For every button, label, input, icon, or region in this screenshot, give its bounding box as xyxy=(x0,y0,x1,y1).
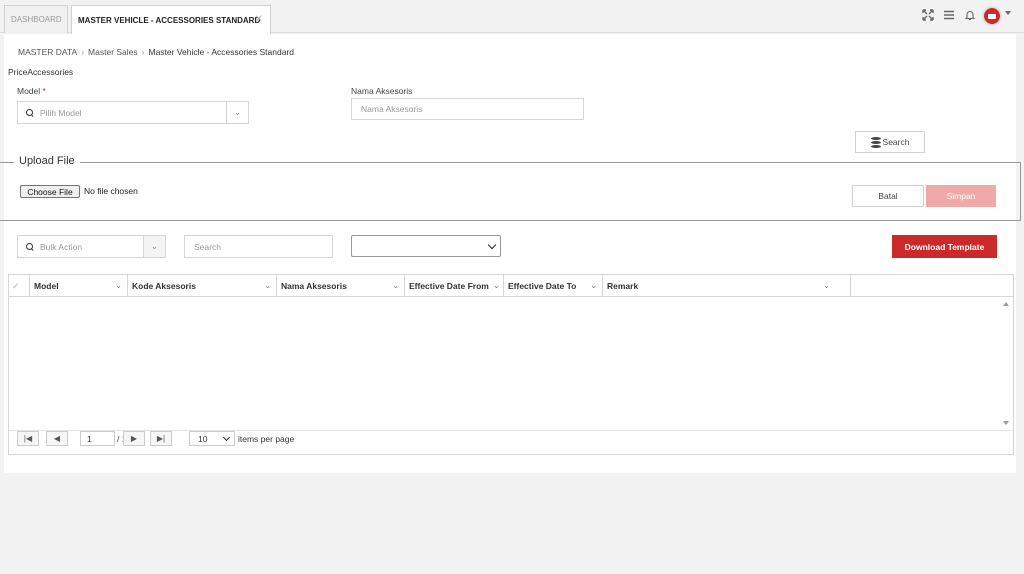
chevron-down-icon[interactable]: ⌄ xyxy=(115,281,122,290)
model-select[interactable]: Pilih Model ⌄ xyxy=(17,101,249,124)
column-effective-date-to[interactable]: Effective Date To ⌄ xyxy=(504,275,603,297)
page-size-select[interactable]: 10 xyxy=(189,431,235,446)
breadcrumb-item[interactable]: MASTER DATA xyxy=(18,47,77,57)
vertical-scrollbar[interactable] xyxy=(1000,297,1013,430)
bulk-action-select[interactable]: Bulk Action ⌄ xyxy=(17,235,166,258)
chevron-down-icon[interactable]: ⌄ xyxy=(143,236,165,257)
grid-header: ✓ Model ⌄ Kode Aksesoris ⌄ Nama Aksesoris ⌄… xyxy=(9,275,1013,297)
download-template-button[interactable]: Download Template xyxy=(892,235,997,258)
choose-file-button[interactable]: Choose File xyxy=(20,185,80,198)
chevron-down-icon[interactable]: ⌄ xyxy=(264,281,271,290)
filter-select[interactable] xyxy=(351,235,501,257)
section-title: PriceAccessories xyxy=(8,67,74,77)
nama-aksesoris-label: Nama Aksesoris xyxy=(351,86,413,96)
breadcrumb-item[interactable]: Master Sales xyxy=(88,47,138,57)
expand-icon[interactable] xyxy=(922,9,934,24)
data-grid: ✓ Model ⌄ Kode Aksesoris ⌄ Nama Aksesoris ⌄… xyxy=(8,274,1014,455)
tab-close-icon[interactable]: ✕ xyxy=(255,14,263,25)
chevron-down-icon[interactable]: ⌄ xyxy=(392,281,399,290)
column-effective-date-from[interactable]: Effective Date From ⌄ xyxy=(405,275,504,297)
search-icon xyxy=(26,242,34,251)
scroll-up-icon[interactable] xyxy=(1003,302,1009,306)
upload-title: Upload File xyxy=(14,155,80,167)
column-remark[interactable]: Remark ⌄ xyxy=(603,275,851,297)
nama-aksesoris-input[interactable]: Nama Aksesoris xyxy=(351,98,584,120)
chevron-right-icon: › xyxy=(81,47,85,57)
menu-icon[interactable] xyxy=(943,9,955,24)
next-page-button[interactable]: ▶ xyxy=(123,431,145,446)
chevron-down-icon[interactable]: ⌄ xyxy=(226,102,248,123)
save-button[interactable]: Simpan xyxy=(926,185,996,207)
items-per-page-label: items per page xyxy=(238,434,295,444)
chevron-right-icon: › xyxy=(141,47,145,57)
column-kode-aksesoris[interactable]: Kode Aksesoris ⌄ xyxy=(128,275,277,297)
chevron-down-icon xyxy=(222,433,231,442)
prev-page-button[interactable]: ◀ xyxy=(46,431,68,446)
search-button[interactable]: Search xyxy=(855,131,925,153)
file-status: No file chosen xyxy=(84,186,138,196)
tab-master-vehicle-accessories[interactable]: MASTER VEHICLE - ACCESSORIES STANDARD ✕ xyxy=(71,5,271,34)
select-all-checkbox[interactable]: ✓ xyxy=(9,275,30,297)
top-bar: DASHBOARD MASTER VEHICLE - ACCESSORIES S… xyxy=(0,0,1024,34)
bell-icon[interactable] xyxy=(964,9,976,24)
check-icon: ✓ xyxy=(12,281,20,291)
search-input[interactable]: Search xyxy=(184,235,333,258)
scroll-down-icon[interactable] xyxy=(1003,421,1009,425)
page-input[interactable]: 1 xyxy=(80,431,115,446)
chevron-down-icon[interactable]: ⌄ xyxy=(493,281,500,290)
cancel-button[interactable]: Batal xyxy=(852,185,924,207)
search-icon xyxy=(26,108,34,117)
chevron-down-icon xyxy=(487,240,497,250)
last-page-button[interactable]: ▶| xyxy=(150,431,172,446)
chevron-down-icon[interactable] xyxy=(1005,11,1011,15)
model-label: Model * xyxy=(17,86,46,96)
chevron-down-icon[interactable]: ⌄ xyxy=(590,281,597,290)
column-nama-aksesoris[interactable]: Nama Aksesoris ⌄ xyxy=(277,275,405,297)
tab-dashboard[interactable]: DASHBOARD xyxy=(4,5,68,33)
column-model[interactable]: Model ⌄ xyxy=(30,275,128,297)
breadcrumb-item: Master Vehicle - Accessories Standard xyxy=(148,47,295,57)
avatar[interactable] xyxy=(982,6,1002,26)
breadcrumb: MASTER DATA › Master Sales › Master Vehi… xyxy=(18,47,294,57)
database-icon xyxy=(870,136,881,148)
chevron-down-icon[interactable]: ⌄ xyxy=(823,281,830,290)
first-page-button[interactable]: |◀ xyxy=(17,431,39,446)
